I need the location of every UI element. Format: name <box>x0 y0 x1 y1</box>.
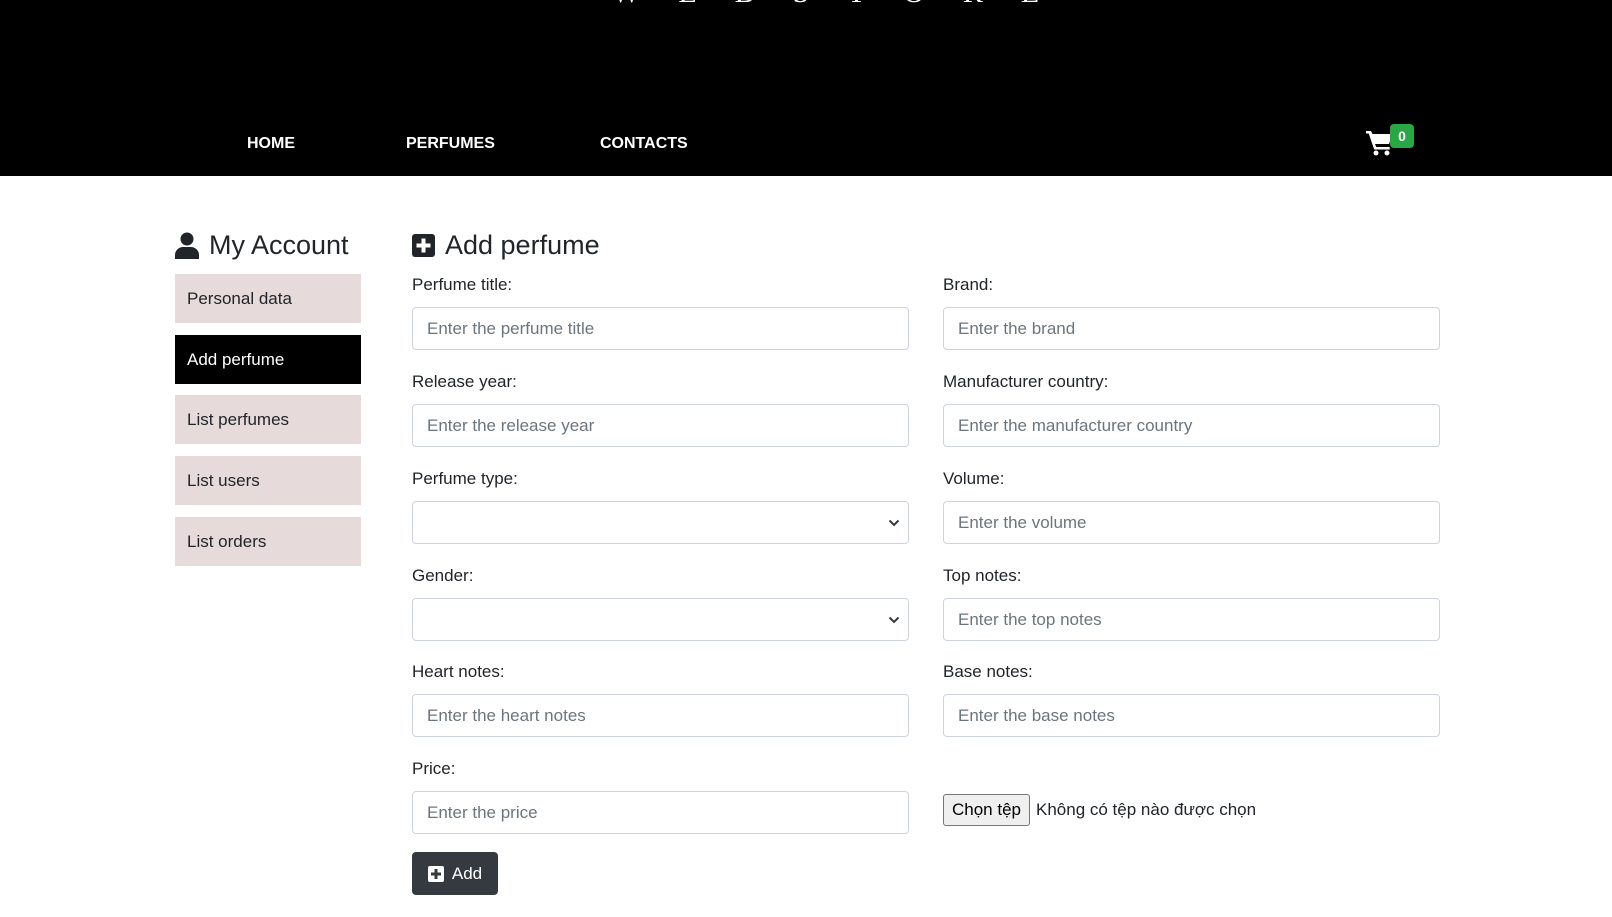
account-heading-text: My Account <box>209 230 349 260</box>
price-input[interactable] <box>412 791 909 834</box>
base-notes-input[interactable] <box>943 694 1440 737</box>
brand-label: Brand: <box>943 275 994 294</box>
sidebar-item-personal-data[interactable]: Personal data <box>175 274 361 323</box>
release-year-label: Release year: <box>412 372 517 391</box>
top-notes-input[interactable] <box>943 598 1440 641</box>
file-status-text: Không có tệp nào được chọn <box>1036 800 1257 819</box>
brand-input[interactable] <box>943 307 1440 350</box>
price-label: Price: <box>412 759 456 778</box>
plus-square-icon <box>427 865 444 882</box>
manufacturer-country-label: Manufacturer country: <box>943 372 1109 391</box>
manufacturer-country-input[interactable] <box>943 404 1440 447</box>
sidebar-item-list-orders[interactable]: List orders <box>175 517 361 566</box>
chevron-down-icon <box>888 616 900 624</box>
volume-label: Volume: <box>943 469 1005 488</box>
site-logo[interactable]: WEBSTORE <box>612 0 1077 8</box>
nav-perfumes[interactable]: PERFUMES <box>406 134 495 154</box>
heart-notes-input[interactable] <box>412 694 909 737</box>
chevron-down-icon <box>888 519 900 527</box>
release-year-input[interactable] <box>412 404 909 447</box>
plus-square-icon <box>412 234 435 257</box>
form-heading: Add perfume <box>412 230 600 261</box>
cart-count-badge: 0 <box>1390 124 1414 148</box>
gender-select[interactable] <box>412 598 909 641</box>
perfume-type-select[interactable] <box>412 501 909 544</box>
gender-label: Gender: <box>412 566 474 585</box>
file-upload: Chọn tệp Không có tệp nào được chọn <box>943 794 1256 826</box>
choose-file-button[interactable]: Chọn tệp <box>943 794 1030 826</box>
add-perfume-button[interactable]: Add <box>412 852 498 895</box>
perfume-type-label: Perfume type: <box>412 469 518 488</box>
perfume-title-label: Perfume title: <box>412 275 513 294</box>
add-button-label: Add <box>451 863 483 883</box>
site-header: WEBSTORE HOME PERFUMES CONTACTS 0 <box>0 0 1612 176</box>
account-heading: My Account <box>175 230 349 261</box>
top-notes-label: Top notes: <box>943 566 1022 585</box>
heart-notes-label: Heart notes: <box>412 662 505 681</box>
base-notes-label: Base notes: <box>943 662 1033 681</box>
form-heading-text: Add perfume <box>445 230 600 260</box>
nav-home[interactable]: HOME <box>247 134 295 154</box>
sidebar-item-list-users[interactable]: List users <box>175 456 361 505</box>
volume-input[interactable] <box>943 501 1440 544</box>
sidebar-item-add-perfume[interactable]: Add perfume <box>175 335 361 384</box>
sidebar-item-list-perfumes[interactable]: List perfumes <box>175 395 361 444</box>
perfume-title-input[interactable] <box>412 307 909 350</box>
nav-contacts[interactable]: CONTACTS <box>600 134 688 154</box>
user-icon <box>175 232 199 259</box>
